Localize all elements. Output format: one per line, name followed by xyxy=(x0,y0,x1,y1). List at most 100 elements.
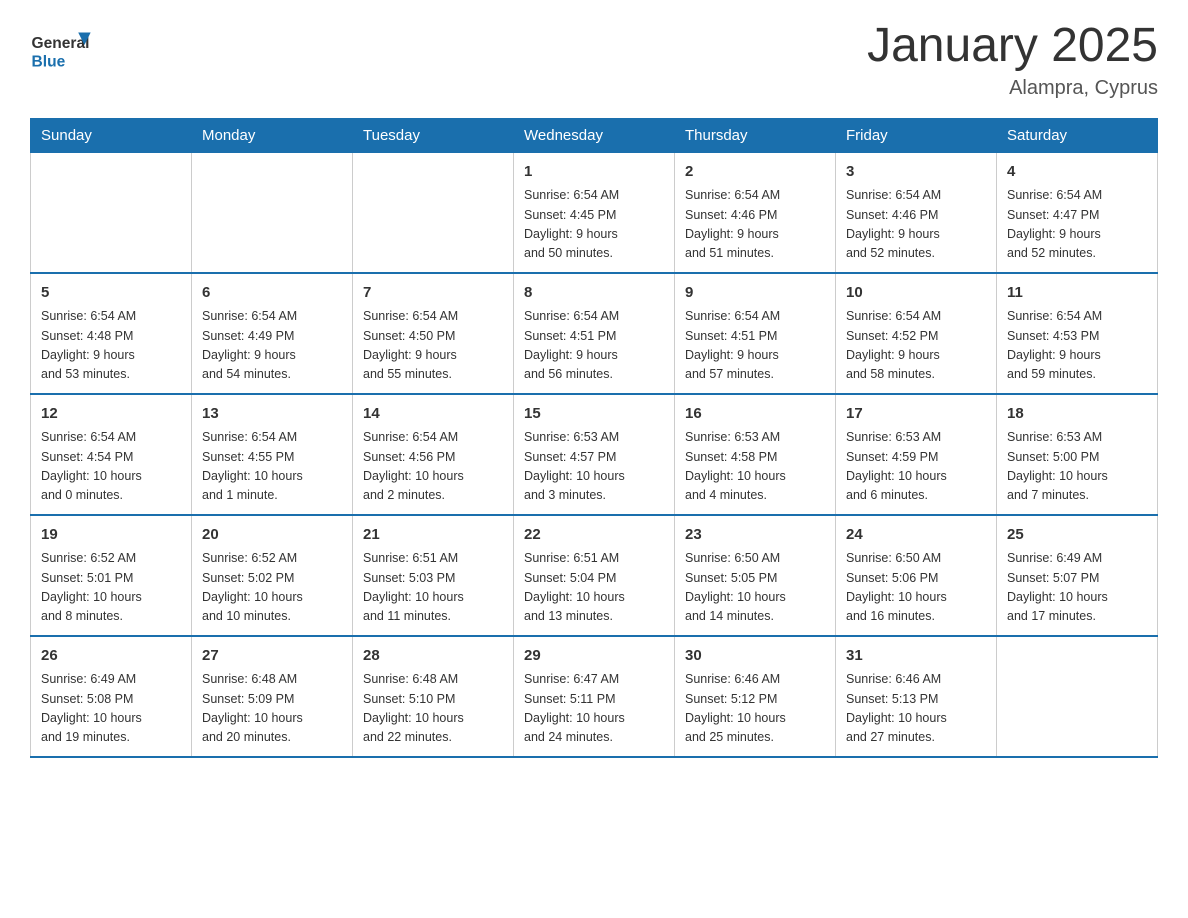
day-info: Sunrise: 6:53 AMSunset: 4:58 PMDaylight:… xyxy=(685,428,825,506)
day-number: 2 xyxy=(685,161,825,184)
day-info: Sunrise: 6:54 AMSunset: 4:47 PMDaylight:… xyxy=(1007,186,1147,264)
table-row: 9Sunrise: 6:54 AMSunset: 4:51 PMDaylight… xyxy=(675,273,836,394)
header-wednesday: Wednesday xyxy=(514,118,675,152)
header-monday: Monday xyxy=(192,118,353,152)
day-number: 19 xyxy=(41,524,181,547)
table-row: 15Sunrise: 6:53 AMSunset: 4:57 PMDayligh… xyxy=(514,394,675,515)
day-info: Sunrise: 6:48 AMSunset: 5:09 PMDaylight:… xyxy=(202,670,342,748)
subtitle: Alampra, Cyprus xyxy=(867,77,1158,100)
table-row: 12Sunrise: 6:54 AMSunset: 4:54 PMDayligh… xyxy=(31,394,192,515)
day-number: 12 xyxy=(41,403,181,426)
day-info: Sunrise: 6:52 AMSunset: 5:02 PMDaylight:… xyxy=(202,549,342,627)
day-number: 6 xyxy=(202,282,342,305)
table-row: 23Sunrise: 6:50 AMSunset: 5:05 PMDayligh… xyxy=(675,515,836,636)
day-info: Sunrise: 6:46 AMSunset: 5:13 PMDaylight:… xyxy=(846,670,986,748)
svg-text:Blue: Blue xyxy=(32,54,66,71)
table-row: 5Sunrise: 6:54 AMSunset: 4:48 PMDaylight… xyxy=(31,273,192,394)
table-row: 19Sunrise: 6:52 AMSunset: 5:01 PMDayligh… xyxy=(31,515,192,636)
day-info: Sunrise: 6:54 AMSunset: 4:55 PMDaylight:… xyxy=(202,428,342,506)
day-number: 11 xyxy=(1007,282,1147,305)
table-row: 27Sunrise: 6:48 AMSunset: 5:09 PMDayligh… xyxy=(192,636,353,757)
header-thursday: Thursday xyxy=(675,118,836,152)
day-info: Sunrise: 6:51 AMSunset: 5:04 PMDaylight:… xyxy=(524,549,664,627)
table-row: 20Sunrise: 6:52 AMSunset: 5:02 PMDayligh… xyxy=(192,515,353,636)
day-info: Sunrise: 6:54 AMSunset: 4:52 PMDaylight:… xyxy=(846,307,986,385)
table-row: 30Sunrise: 6:46 AMSunset: 5:12 PMDayligh… xyxy=(675,636,836,757)
day-number: 18 xyxy=(1007,403,1147,426)
day-number: 24 xyxy=(846,524,986,547)
table-row: 17Sunrise: 6:53 AMSunset: 4:59 PMDayligh… xyxy=(836,394,997,515)
page-header: General Blue January 2025 Alampra, Cypru… xyxy=(30,20,1158,100)
table-row xyxy=(353,152,514,273)
day-number: 21 xyxy=(363,524,503,547)
table-row: 3Sunrise: 6:54 AMSunset: 4:46 PMDaylight… xyxy=(836,152,997,273)
table-row: 16Sunrise: 6:53 AMSunset: 4:58 PMDayligh… xyxy=(675,394,836,515)
day-number: 23 xyxy=(685,524,825,547)
calendar-header-row: Sunday Monday Tuesday Wednesday Thursday… xyxy=(31,118,1158,152)
table-row: 29Sunrise: 6:47 AMSunset: 5:11 PMDayligh… xyxy=(514,636,675,757)
table-row: 11Sunrise: 6:54 AMSunset: 4:53 PMDayligh… xyxy=(997,273,1158,394)
calendar-week-row: 5Sunrise: 6:54 AMSunset: 4:48 PMDaylight… xyxy=(31,273,1158,394)
day-info: Sunrise: 6:53 AMSunset: 4:57 PMDaylight:… xyxy=(524,428,664,506)
table-row: 24Sunrise: 6:50 AMSunset: 5:06 PMDayligh… xyxy=(836,515,997,636)
day-info: Sunrise: 6:54 AMSunset: 4:56 PMDaylight:… xyxy=(363,428,503,506)
table-row: 8Sunrise: 6:54 AMSunset: 4:51 PMDaylight… xyxy=(514,273,675,394)
day-info: Sunrise: 6:54 AMSunset: 4:50 PMDaylight:… xyxy=(363,307,503,385)
table-row xyxy=(997,636,1158,757)
day-info: Sunrise: 6:47 AMSunset: 5:11 PMDaylight:… xyxy=(524,670,664,748)
main-title: January 2025 xyxy=(867,20,1158,73)
header-saturday: Saturday xyxy=(997,118,1158,152)
table-row: 28Sunrise: 6:48 AMSunset: 5:10 PMDayligh… xyxy=(353,636,514,757)
day-number: 10 xyxy=(846,282,986,305)
day-number: 20 xyxy=(202,524,342,547)
day-info: Sunrise: 6:54 AMSunset: 4:46 PMDaylight:… xyxy=(685,186,825,264)
day-number: 27 xyxy=(202,645,342,668)
day-info: Sunrise: 6:50 AMSunset: 5:06 PMDaylight:… xyxy=(846,549,986,627)
day-number: 25 xyxy=(1007,524,1147,547)
day-info: Sunrise: 6:54 AMSunset: 4:51 PMDaylight:… xyxy=(524,307,664,385)
table-row: 2Sunrise: 6:54 AMSunset: 4:46 PMDaylight… xyxy=(675,152,836,273)
table-row: 25Sunrise: 6:49 AMSunset: 5:07 PMDayligh… xyxy=(997,515,1158,636)
day-number: 26 xyxy=(41,645,181,668)
day-info: Sunrise: 6:54 AMSunset: 4:51 PMDaylight:… xyxy=(685,307,825,385)
day-info: Sunrise: 6:49 AMSunset: 5:08 PMDaylight:… xyxy=(41,670,181,748)
table-row: 31Sunrise: 6:46 AMSunset: 5:13 PMDayligh… xyxy=(836,636,997,757)
day-info: Sunrise: 6:54 AMSunset: 4:46 PMDaylight:… xyxy=(846,186,986,264)
day-info: Sunrise: 6:48 AMSunset: 5:10 PMDaylight:… xyxy=(363,670,503,748)
day-number: 1 xyxy=(524,161,664,184)
day-number: 30 xyxy=(685,645,825,668)
table-row: 6Sunrise: 6:54 AMSunset: 4:49 PMDaylight… xyxy=(192,273,353,394)
day-info: Sunrise: 6:54 AMSunset: 4:54 PMDaylight:… xyxy=(41,428,181,506)
day-number: 17 xyxy=(846,403,986,426)
day-number: 8 xyxy=(524,282,664,305)
day-info: Sunrise: 6:54 AMSunset: 4:45 PMDaylight:… xyxy=(524,186,664,264)
day-number: 31 xyxy=(846,645,986,668)
day-number: 13 xyxy=(202,403,342,426)
header-sunday: Sunday xyxy=(31,118,192,152)
day-number: 28 xyxy=(363,645,503,668)
day-info: Sunrise: 6:49 AMSunset: 5:07 PMDaylight:… xyxy=(1007,549,1147,627)
calendar-week-row: 12Sunrise: 6:54 AMSunset: 4:54 PMDayligh… xyxy=(31,394,1158,515)
day-number: 7 xyxy=(363,282,503,305)
day-info: Sunrise: 6:52 AMSunset: 5:01 PMDaylight:… xyxy=(41,549,181,627)
day-number: 5 xyxy=(41,282,181,305)
calendar-week-row: 1Sunrise: 6:54 AMSunset: 4:45 PMDaylight… xyxy=(31,152,1158,273)
logo: General Blue xyxy=(30,20,100,80)
day-info: Sunrise: 6:54 AMSunset: 4:53 PMDaylight:… xyxy=(1007,307,1147,385)
table-row: 26Sunrise: 6:49 AMSunset: 5:08 PMDayligh… xyxy=(31,636,192,757)
table-row: 22Sunrise: 6:51 AMSunset: 5:04 PMDayligh… xyxy=(514,515,675,636)
day-info: Sunrise: 6:53 AMSunset: 5:00 PMDaylight:… xyxy=(1007,428,1147,506)
table-row xyxy=(192,152,353,273)
table-row: 1Sunrise: 6:54 AMSunset: 4:45 PMDaylight… xyxy=(514,152,675,273)
day-info: Sunrise: 6:54 AMSunset: 4:49 PMDaylight:… xyxy=(202,307,342,385)
title-block: January 2025 Alampra, Cyprus xyxy=(867,20,1158,100)
table-row: 4Sunrise: 6:54 AMSunset: 4:47 PMDaylight… xyxy=(997,152,1158,273)
day-info: Sunrise: 6:51 AMSunset: 5:03 PMDaylight:… xyxy=(363,549,503,627)
table-row: 14Sunrise: 6:54 AMSunset: 4:56 PMDayligh… xyxy=(353,394,514,515)
calendar-week-row: 26Sunrise: 6:49 AMSunset: 5:08 PMDayligh… xyxy=(31,636,1158,757)
header-friday: Friday xyxy=(836,118,997,152)
day-number: 22 xyxy=(524,524,664,547)
day-info: Sunrise: 6:46 AMSunset: 5:12 PMDaylight:… xyxy=(685,670,825,748)
table-row: 21Sunrise: 6:51 AMSunset: 5:03 PMDayligh… xyxy=(353,515,514,636)
day-info: Sunrise: 6:50 AMSunset: 5:05 PMDaylight:… xyxy=(685,549,825,627)
